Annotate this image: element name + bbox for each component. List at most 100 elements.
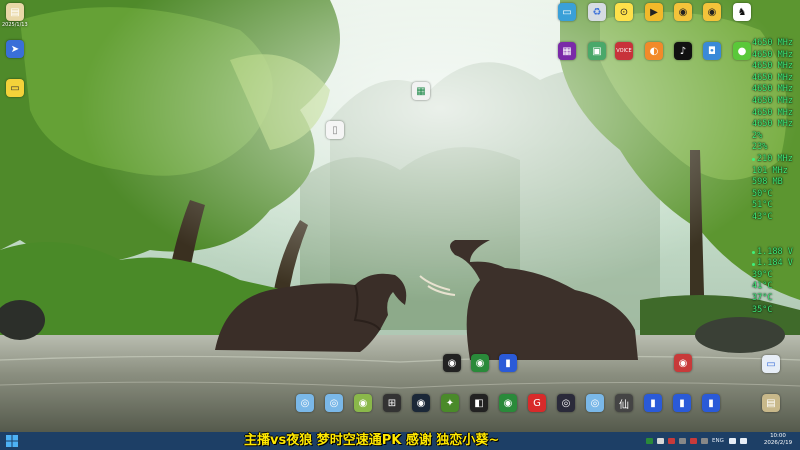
owl-app-icon[interactable]: ◉ [674,3,692,21]
hud-dot-icon [752,250,755,254]
hud-row: 50°C [752,189,800,201]
app-icon-5[interactable]: ◎ [296,394,314,412]
app-icon-15[interactable]: 仙 [615,394,633,412]
hud-row: 1.188 V [752,247,800,259]
volume-icon[interactable] [739,438,747,444]
blue-app-icon[interactable]: ◘ [703,42,721,60]
monitor-app-icon[interactable]: ▭ [558,3,576,21]
network-icon[interactable] [728,438,736,444]
hud-value: 4650 MHz [752,95,793,106]
hud-value: 39°C [752,269,773,280]
windows-start-icon[interactable] [6,435,18,447]
hud-dot-icon [752,262,755,266]
hud-value: 4650 MHz [752,61,793,72]
app-icon-1[interactable]: ◉ [443,354,461,372]
app-icon-11[interactable]: ◉ [499,394,517,412]
shortcut-icon[interactable]: ▭ [762,355,780,373]
voice-app-icon[interactable]: VOICE [615,42,633,60]
language-indicator[interactable]: ENG [712,438,724,444]
hud-row: 210 MHz [752,154,800,166]
hud-row: 4650 MHz [752,50,800,62]
hud-value: 101 MHz [752,165,788,176]
green-app-icon[interactable]: ● [733,42,751,60]
tiktok-app-icon[interactable]: ♪ [674,42,692,60]
hud-value: 4650 MHz [752,38,793,48]
hud-row: 4650 MHz [752,38,800,50]
app-icon-9[interactable]: ✦ [441,394,459,412]
clock-time: 10:00 [770,433,786,439]
hud-value: 37°C [752,293,773,304]
hud-row: 51°C [752,200,800,212]
hud-value: 51°C [752,200,773,211]
app-icon-6[interactable]: ◎ [325,394,343,412]
owl-app-2-icon[interactable]: ◉ [703,3,721,21]
app-icon-13[interactable]: ◎ [557,394,575,412]
app-icon-3[interactable]: ▮ [499,354,517,372]
hud-row: 4650 MHz [752,73,800,85]
hud-row: 4650 MHz [752,84,800,96]
hud-value: 4650 MHz [752,107,793,118]
hud-value: 50°C [752,188,773,199]
hud-value: 598 MB [752,177,783,188]
feishu-app-icon[interactable]: ➤ [6,40,24,58]
file-label: 2025/1/13 [2,22,28,28]
app-icon-2[interactable]: ◉ [471,354,489,372]
tray-app-icon[interactable] [646,438,653,444]
hud-dot-icon [752,158,755,162]
hardware-monitor-overlay: 4650 MHz 4650 MHz 4650 MHz 4650 MHz 4650 MHz… [752,38,800,316]
hud-row: 4650 MHz [752,61,800,73]
hud-row: 39°C [752,270,800,282]
recycle-bin-icon[interactable]: ♻ [588,3,606,21]
document-file-icon[interactable]: ▯ [326,121,344,139]
hud-value: 4650 MHz [752,84,793,95]
system-tray: ENG [646,432,751,450]
tray-app-icon[interactable] [701,438,708,444]
hud-row: 41°C [752,281,800,293]
app-icon-12[interactable]: G [528,394,546,412]
window-app-icon[interactable]: ▦ [558,42,576,60]
hud-row: 1.184 V [752,258,800,270]
hud-value: 4650 MHz [752,72,793,83]
hud-value: 4650 MHz [752,49,793,60]
browser-app-icon[interactable]: ◐ [645,42,663,60]
hud-value: 1.184 V [757,258,793,269]
tray-app-icon[interactable] [679,438,686,444]
steam-icon[interactable]: ◉ [412,394,430,412]
media-app-icon[interactable]: ▶ [645,3,663,21]
app-icon-4[interactable]: ◉ [674,354,692,372]
hud-row: 4650 MHz [752,96,800,108]
file-icon[interactable]: ▤ [6,3,24,21]
hud-value: 23% [752,142,768,153]
app-icon-10[interactable]: ◧ [470,394,488,412]
app-icon-8[interactable]: ⊞ [383,394,401,412]
app-icon-14[interactable]: ◎ [586,394,604,412]
app-icon-7[interactable]: ◉ [354,394,372,412]
hud-row: 2% [752,131,800,143]
parbt-shortcut-icon[interactable]: ▤ [762,394,780,412]
clock-date: 2026/2/19 [763,440,793,446]
hud-row [752,235,800,247]
hud-row: 35°C [752,305,800,317]
taskbar-clock[interactable]: 10:00 2026/2/19 [760,433,796,447]
stream-ticker-text: 主播vs夜狼 梦时空速通PK 感谢 独恋小葵~ [244,433,500,448]
hud-row: 598 MB [752,177,800,189]
tray-app-icon[interactable] [668,438,675,444]
search-app-icon[interactable]: ⊙ [615,3,633,21]
hud-row: 37°C [752,293,800,305]
hud-value: 35°C [752,304,773,315]
tray-app-icon[interactable] [657,438,664,444]
hud-row: 23% [752,142,800,154]
app-icon-17[interactable]: ▮ [673,394,691,412]
qq-penguin-icon[interactable]: ♞ [733,3,751,21]
hud-value: 210 MHz [757,153,793,164]
app-icon-18[interactable]: ▮ [702,394,720,412]
hud-row: 43°C [752,212,800,224]
tray-app-icon[interactable] [690,438,697,444]
excel-file-icon[interactable]: ▦ [412,82,430,100]
hud-row: 4650 MHz [752,108,800,120]
app-icon-16[interactable]: ▮ [644,394,662,412]
note-app-icon[interactable]: ▭ [6,79,24,97]
hud-row [752,224,800,236]
game-app-icon[interactable]: ▣ [588,42,606,60]
hud-value: 4650 MHz [752,119,793,130]
